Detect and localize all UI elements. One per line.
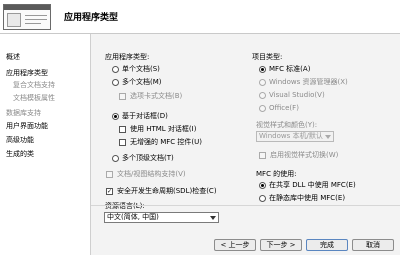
- multi-top-level-label[interactable]: 多个顶级文档(T): [122, 154, 174, 163]
- sidebar-item-ui-features[interactable]: 用户界面功能: [6, 122, 48, 131]
- doc-view-label: 文档/视图结构支持(V): [117, 170, 186, 178]
- sidebar-item-database[interactable]: 数据库支持: [6, 109, 41, 118]
- project-type-group-label: 项目类型:: [252, 53, 283, 61]
- enable-style-switch-label: 启用视觉样式切换(W): [270, 151, 339, 159]
- visual-studio-label: Visual Studio(V): [269, 91, 325, 99]
- resource-language-label: 资源语言(L):: [105, 202, 145, 210]
- multi-doc-label[interactable]: 多个文档(M): [122, 78, 162, 87]
- resource-language-select[interactable]: 中文(简体, 中国): [104, 212, 219, 223]
- sidebar-item-app-type[interactable]: 应用程序类型: [6, 69, 48, 78]
- resource-language-value: 中文(简体, 中国): [107, 213, 159, 221]
- multi-doc-radio[interactable]: [112, 79, 119, 86]
- dialog-based-label[interactable]: 基于对话框(D): [122, 112, 168, 121]
- shared-dll-radio[interactable]: [259, 182, 266, 189]
- next-button[interactable]: 下一步 >: [260, 239, 302, 251]
- shared-dll-label[interactable]: 在共享 DLL 中使用 MFC(E): [269, 181, 356, 190]
- no-enhanced-mfc-checkbox[interactable]: [119, 139, 126, 146]
- style-color-value: Windows 本机/默认: [259, 132, 323, 140]
- sidebar-item-compound-doc[interactable]: 复合文档支持: [13, 81, 55, 90]
- wizard-header: 应用程序类型: [0, 0, 400, 34]
- office-label: Office(F): [269, 104, 299, 112]
- sidebar-item-generated-classes[interactable]: 生成的类: [6, 150, 34, 159]
- finish-button[interactable]: 完成: [306, 239, 348, 251]
- office-radio[interactable]: [259, 105, 266, 112]
- sidebar-item-advanced[interactable]: 高级功能: [6, 136, 34, 145]
- app-type-group-label: 应用程序类型:: [105, 53, 150, 61]
- static-lib-radio[interactable]: [259, 195, 266, 202]
- sidebar-item-overview[interactable]: 概述: [6, 53, 20, 62]
- tabbed-docs-checkbox[interactable]: [119, 93, 126, 100]
- windows-explorer-label: Windows 资源管理器(X): [269, 78, 348, 86]
- use-html-dialog-label[interactable]: 使用 HTML 对话框(I): [130, 125, 196, 134]
- sdl-checks-checkbox[interactable]: [106, 188, 113, 195]
- windows-explorer-radio[interactable]: [259, 79, 266, 86]
- doc-view-checkbox[interactable]: [106, 171, 113, 178]
- prev-button[interactable]: < 上一步: [214, 239, 256, 251]
- visual-studio-radio[interactable]: [259, 92, 266, 99]
- tabbed-docs-label: 选项卡式文档(B): [130, 92, 183, 100]
- dialog-based-radio[interactable]: [112, 113, 119, 120]
- mfc-use-group-label: MFC 的使用:: [256, 170, 297, 178]
- sidebar-item-doc-template[interactable]: 文档模板属性: [13, 94, 55, 103]
- no-enhanced-mfc-label[interactable]: 无增强的 MFC 控件(U): [130, 138, 202, 147]
- single-doc-label[interactable]: 单个文档(S): [122, 65, 160, 74]
- single-doc-radio[interactable]: [112, 66, 119, 73]
- sdl-checks-label[interactable]: 安全开发生命周期(SDL)检查(C): [117, 187, 217, 196]
- footer-divider: [91, 205, 400, 206]
- mfc-standard-label[interactable]: MFC 标准(A): [269, 65, 310, 74]
- style-color-select[interactable]: Windows 本机/默认: [256, 131, 334, 142]
- chevron-down-icon: [325, 135, 331, 139]
- page-title: 应用程序类型: [64, 13, 119, 23]
- wizard-icon: [3, 4, 51, 30]
- style-color-label: 视觉样式和颜色(Y):: [256, 121, 318, 129]
- enable-style-switch-checkbox[interactable]: [259, 152, 266, 159]
- wizard-sidebar: 概述 应用程序类型 复合文档支持 文档模板属性 数据库支持 用户界面功能 高级功…: [0, 34, 90, 255]
- multi-top-level-radio[interactable]: [112, 155, 119, 162]
- use-html-dialog-checkbox[interactable]: [119, 126, 126, 133]
- mfc-standard-radio[interactable]: [259, 66, 266, 73]
- chevron-down-icon: [210, 216, 216, 220]
- static-lib-label[interactable]: 在静态库中使用 MFC(E): [269, 194, 345, 203]
- cancel-button[interactable]: 取消: [352, 239, 394, 251]
